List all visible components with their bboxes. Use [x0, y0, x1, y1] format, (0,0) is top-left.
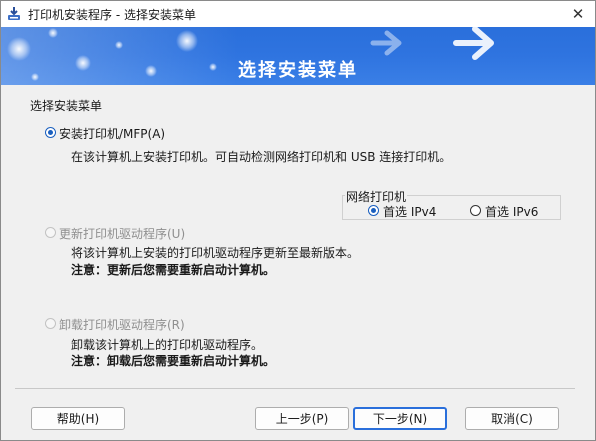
- update-driver-description: 将该计算机上安装的打印机驱动程序更新至最新版本。: [71, 246, 360, 260]
- uninstall-driver-label[interactable]: 卸载打印机驱动程序(R): [59, 316, 185, 333]
- header-banner: 选择安装菜单: [1, 27, 595, 85]
- install-printer-label[interactable]: 安装打印机/MFP(A): [59, 125, 165, 142]
- prefer-ipv6-label[interactable]: 首选 IPv6: [485, 203, 538, 220]
- update-driver-label[interactable]: 更新打印机驱动程序(U): [59, 225, 185, 242]
- installer-window: 打印机安装程序 - 选择安装菜单 ✕ 选择安装菜单 选择安装菜单 安装打印机/M…: [0, 0, 596, 441]
- banner-title: 选择安装菜单: [238, 60, 358, 81]
- install-printer-radio[interactable]: [45, 127, 56, 138]
- cancel-button[interactable]: 取消(C): [465, 407, 559, 430]
- section-label: 选择安装菜单: [30, 99, 103, 113]
- uninstall-driver-note: 注意：卸载后您需要重新启动计算机。: [71, 354, 276, 368]
- next-button[interactable]: 下一步(N): [353, 407, 447, 430]
- update-driver-radio[interactable]: [45, 227, 56, 238]
- install-printer-description: 在该计算机上安装打印机。可自动检测网络打印机和 USB 连接打印机。: [71, 150, 452, 164]
- prefer-ipv4-label[interactable]: 首选 IPv4: [383, 203, 436, 220]
- installer-app-icon: [6, 6, 22, 22]
- back-button[interactable]: 上一步(P): [255, 407, 349, 430]
- uninstall-driver-description: 卸载该计算机上的打印机驱动程序。: [71, 338, 264, 352]
- update-driver-note: 注意：更新后您需要重新启动计算机。: [71, 263, 276, 277]
- prefer-ipv6-radio[interactable]: [470, 205, 481, 216]
- content-area: 选择安装菜单 安装打印机/MFP(A) 在该计算机上安装打印机。可自动检测网络打…: [1, 85, 595, 440]
- footer-separator: [15, 388, 575, 389]
- close-button[interactable]: ✕: [567, 4, 589, 24]
- title-bar: 打印机安装程序 - 选择安装菜单 ✕: [1, 1, 595, 27]
- prefer-ipv4-radio[interactable]: [368, 205, 379, 216]
- window-title: 打印机安装程序 - 选择安装菜单: [28, 7, 196, 22]
- uninstall-driver-radio[interactable]: [45, 318, 56, 329]
- help-button[interactable]: 帮助(H): [31, 407, 125, 430]
